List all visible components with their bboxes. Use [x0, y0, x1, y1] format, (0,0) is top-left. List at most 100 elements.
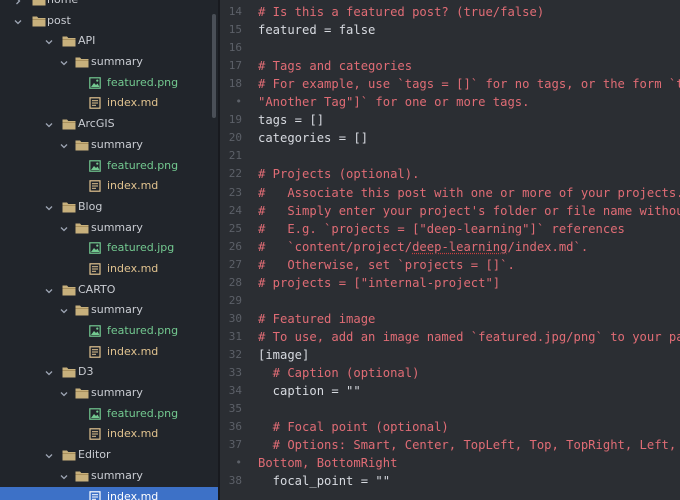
tree-folder-api[interactable]: API	[0, 31, 218, 52]
code-comment-line[interactable]: "Another Tag"]` for one or more tags.	[258, 93, 530, 111]
line-number: 27	[228, 257, 242, 271]
tree-item-label: featured.png	[107, 75, 179, 89]
code-comment-line[interactable]: # For example, use `tags = []` for no ta…	[258, 75, 680, 93]
line-number: 36	[228, 420, 242, 434]
code-comment-line[interactable]: # `content/project/deep-learning/index.m…	[258, 238, 588, 256]
chevron-down-icon[interactable]	[45, 369, 53, 377]
folder-icon	[32, 0, 46, 6]
folder-icon	[62, 366, 76, 378]
code-comment-line[interactable]: # Is this a featured post? (true/false)	[258, 3, 544, 21]
code-comment-line[interactable]: # Options: Smart, Center, TopLeft, Top, …	[258, 436, 680, 454]
tree-folder-post[interactable]: post	[0, 11, 218, 32]
folder-icon	[75, 222, 89, 234]
tree-item-label: summary	[91, 220, 143, 234]
chevron-down-icon[interactable]	[45, 38, 53, 46]
tree-folder-summary[interactable]: summary	[0, 52, 218, 73]
code-comment-line[interactable]: # Projects (optional).	[258, 165, 419, 183]
tree-folder-editor[interactable]: Editor	[0, 445, 218, 466]
line-number: 14	[228, 5, 242, 18]
chevron-down-icon[interactable]	[60, 307, 68, 315]
code-comment-line[interactable]: # E.g. `projects = ["deep-learning"]` re…	[258, 220, 625, 238]
tree-item-label: summary	[91, 303, 143, 317]
tree-folder-summary[interactable]: summary	[0, 300, 218, 321]
tree-file-index-md[interactable]: index.md	[0, 93, 218, 114]
line-number: 37	[228, 438, 242, 452]
tree-item-label: CARTO	[78, 282, 116, 296]
chevron-down-icon[interactable]	[14, 18, 22, 26]
chevron-right-icon[interactable]	[14, 0, 22, 5]
code-comment-line[interactable]: # Focal point (optional)	[258, 418, 449, 436]
code-comment-line[interactable]: # Featured image	[258, 310, 375, 328]
folder-icon	[75, 470, 89, 482]
folder-icon	[62, 118, 76, 130]
tree-file-index-md[interactable]: index.md	[0, 424, 218, 445]
line-number: 32	[228, 347, 242, 361]
file-tree-panel: home post API summary featured.png index.md Ar…	[0, 0, 218, 500]
code-line[interactable]: caption = ""	[258, 382, 361, 400]
image-file-icon	[89, 407, 103, 420]
tree-folder-home[interactable]: home	[0, 0, 218, 11]
tree-item-label: Blog	[78, 199, 103, 213]
line-number: 23	[228, 185, 242, 199]
code-line[interactable]: categories = []	[258, 129, 368, 147]
chevron-down-icon[interactable]	[60, 390, 68, 398]
line-number: 34	[228, 384, 242, 398]
chevron-down-icon[interactable]	[60, 473, 68, 481]
soft-wrap-marker: •	[235, 95, 242, 109]
code-comment-line[interactable]: # Associate this post with one or more o…	[258, 184, 680, 202]
code-comment-line[interactable]: # Caption (optional)	[258, 364, 420, 382]
chevron-down-icon[interactable]	[60, 59, 68, 67]
tree-folder-summary[interactable]: summary	[0, 218, 218, 239]
markdown-file-icon	[89, 97, 103, 110]
tree-folder-summary[interactable]: summary	[0, 383, 218, 404]
code-comment-line[interactable]: # projects = ["internal-project"]	[258, 274, 500, 292]
line-number: 19	[228, 113, 242, 127]
line-number: 29	[228, 293, 242, 307]
tree-file-index-md[interactable]: index.md	[0, 486, 218, 500]
code-comment-line[interactable]: Bottom, BottomRight	[258, 454, 397, 472]
tree-item-label: featured.png	[107, 406, 179, 420]
tree-folder-summary[interactable]: summary	[0, 135, 218, 156]
tree-folder-arcgis[interactable]: ArcGIS	[0, 114, 218, 135]
chevron-down-icon[interactable]	[45, 287, 53, 295]
markdown-file-icon	[89, 428, 103, 441]
chevron-down-icon[interactable]	[45, 121, 53, 129]
tree-item-label: index.md	[107, 261, 159, 275]
folder-icon	[75, 139, 89, 151]
line-number: 21	[228, 149, 242, 163]
tree-file-featured-png[interactable]: featured.png	[0, 156, 218, 177]
tree-file-featured-png[interactable]: featured.png	[0, 404, 218, 425]
markdown-file-icon	[89, 263, 103, 275]
code-editor[interactable]: 14 15 16 17 18 • 19 20 21 22 23 24 25 26 27 28 29 30 31 32 3…	[220, 0, 680, 500]
code-line[interactable]: [image]	[258, 346, 309, 364]
line-number: 35	[228, 402, 242, 416]
chevron-down-icon[interactable]	[60, 225, 68, 233]
code-comment-line[interactable]: # Otherwise, set `projects = []`.	[258, 256, 515, 274]
line-number: 38	[228, 474, 242, 488]
folder-icon	[75, 56, 89, 68]
code-line[interactable]: focal_point = ""	[258, 472, 390, 490]
tree-folder-d3[interactable]: D3	[0, 362, 218, 383]
tree-file-featured-png[interactable]: featured.png	[0, 321, 218, 342]
folder-icon	[32, 15, 46, 27]
tree-file-index-md[interactable]: index.md	[0, 176, 218, 197]
code-line[interactable]: tags = []	[258, 111, 324, 129]
chevron-down-icon[interactable]	[45, 452, 53, 460]
folder-icon	[62, 201, 76, 213]
code-line[interactable]: featured = false	[258, 21, 375, 39]
code-comment-line[interactable]: # To use, add an image named `featured.j…	[258, 328, 680, 346]
tree-file-featured-jpg[interactable]: featured.jpg	[0, 238, 218, 259]
code-comment-line[interactable]: # Simply enter your project's folder or …	[258, 202, 680, 220]
code-comment-line[interactable]: # Tags and categories	[258, 57, 412, 75]
line-number: 33	[228, 366, 242, 379]
chevron-down-icon[interactable]	[45, 204, 53, 212]
tree-folder-blog[interactable]: Blog	[0, 197, 218, 218]
tree-file-index-md[interactable]: index.md	[0, 342, 218, 363]
tree-file-index-md[interactable]: index.md	[0, 259, 218, 280]
tree-folder-carto[interactable]: CARTO	[0, 280, 218, 301]
line-number: 16	[228, 41, 242, 55]
sidebar-scrollbar[interactable]	[212, 14, 216, 118]
tree-file-featured-png[interactable]: featured.png	[0, 73, 218, 94]
chevron-down-icon[interactable]	[60, 142, 68, 150]
tree-folder-summary[interactable]: summary	[0, 466, 218, 487]
